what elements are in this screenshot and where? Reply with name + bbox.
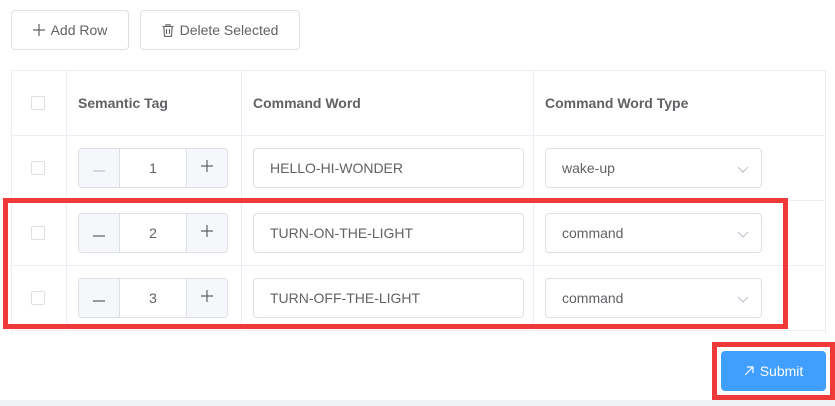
- semantic-tag-cell: 2: [67, 201, 242, 265]
- minus-icon: [93, 224, 105, 242]
- command-word-header-label: Command Word: [253, 95, 361, 111]
- command-word-input[interactable]: TURN-ON-THE-LIGHT: [253, 213, 524, 253]
- command-word-type-cell: wake-up: [534, 136, 825, 200]
- command-word-cell: TURN-ON-THE-LIGHT: [242, 201, 534, 265]
- command-word-input[interactable]: HELLO-HI-WONDER: [253, 148, 524, 188]
- semantic-tag-stepper: 1: [78, 148, 228, 188]
- command-table: Semantic Tag Command Word Command Word T…: [11, 70, 826, 334]
- arrow-up-right-icon: [744, 363, 754, 379]
- plus-icon: [201, 224, 213, 242]
- minus-icon: [93, 159, 105, 177]
- command-word-type-cell: command: [534, 266, 825, 330]
- row-checkbox[interactable]: [31, 161, 45, 175]
- command-word-type-header-label: Command Word Type: [545, 95, 689, 111]
- semantic-tag-value[interactable]: 3: [120, 279, 186, 317]
- plus-icon: [201, 289, 213, 307]
- plus-icon: [32, 24, 45, 36]
- semantic-tag-cell: 3: [67, 266, 242, 330]
- command-word-type-value: command: [562, 290, 624, 306]
- decrement-button[interactable]: [79, 149, 120, 187]
- increment-button[interactable]: [186, 149, 227, 187]
- decrement-button[interactable]: [79, 214, 120, 252]
- row-checkbox-cell: [12, 266, 67, 330]
- row-checkbox[interactable]: [31, 226, 45, 240]
- plus-icon: [201, 159, 213, 177]
- semantic-tag-stepper: 2: [78, 213, 228, 253]
- increment-button[interactable]: [186, 279, 227, 317]
- chevron-down-icon: [737, 290, 749, 306]
- semantic-tag-value[interactable]: 2: [120, 214, 186, 252]
- table-header: Semantic Tag Command Word Command Word T…: [12, 70, 825, 136]
- table-row: 1 HELLO-HI-WONDER wake-up: [12, 136, 825, 201]
- header-checkbox-cell: [12, 71, 67, 135]
- row-checkbox-cell: [12, 201, 67, 265]
- command-word-type-select[interactable]: command: [545, 278, 762, 318]
- command-word-type-value: command: [562, 225, 624, 241]
- semantic-tag-cell: 1: [67, 136, 242, 200]
- command-word-type-cell: command: [534, 201, 825, 265]
- chevron-down-icon: [737, 225, 749, 241]
- footer-divider: [0, 400, 835, 406]
- decrement-button[interactable]: [79, 279, 120, 317]
- command-word-cell: TURN-OFF-THE-LIGHT: [242, 266, 534, 330]
- chevron-down-icon: [737, 160, 749, 176]
- table-row: 3 TURN-OFF-THE-LIGHT command: [12, 266, 825, 331]
- row-checkbox[interactable]: [31, 291, 45, 305]
- header-semantic-tag: Semantic Tag: [67, 71, 242, 135]
- header-command-word-type: Command Word Type: [534, 71, 825, 135]
- add-row-button[interactable]: Add Row: [11, 10, 129, 50]
- table-row: 2 TURN-ON-THE-LIGHT command: [12, 201, 825, 266]
- semantic-tag-header-label: Semantic Tag: [78, 95, 168, 111]
- header-command-word: Command Word: [242, 71, 534, 135]
- select-all-checkbox[interactable]: [31, 96, 45, 110]
- submit-label: Submit: [759, 363, 804, 379]
- toolbar: Add Row Delete Selected: [11, 10, 300, 50]
- delete-selected-label: Delete Selected: [179, 22, 279, 38]
- semantic-tag-value[interactable]: 1: [120, 149, 186, 187]
- command-word-input[interactable]: TURN-OFF-THE-LIGHT: [253, 278, 524, 318]
- command-word-type-select[interactable]: command: [545, 213, 762, 253]
- row-checkbox-cell: [12, 136, 67, 200]
- command-word-cell: HELLO-HI-WONDER: [242, 136, 534, 200]
- add-row-label: Add Row: [50, 22, 108, 38]
- submit-button[interactable]: Submit: [721, 351, 826, 391]
- minus-icon: [93, 289, 105, 307]
- trash-icon: [162, 23, 174, 37]
- command-word-type-select[interactable]: wake-up: [545, 148, 762, 188]
- increment-button[interactable]: [186, 214, 227, 252]
- semantic-tag-stepper: 3: [78, 278, 228, 318]
- command-word-type-value: wake-up: [562, 160, 615, 176]
- delete-selected-button[interactable]: Delete Selected: [140, 10, 300, 50]
